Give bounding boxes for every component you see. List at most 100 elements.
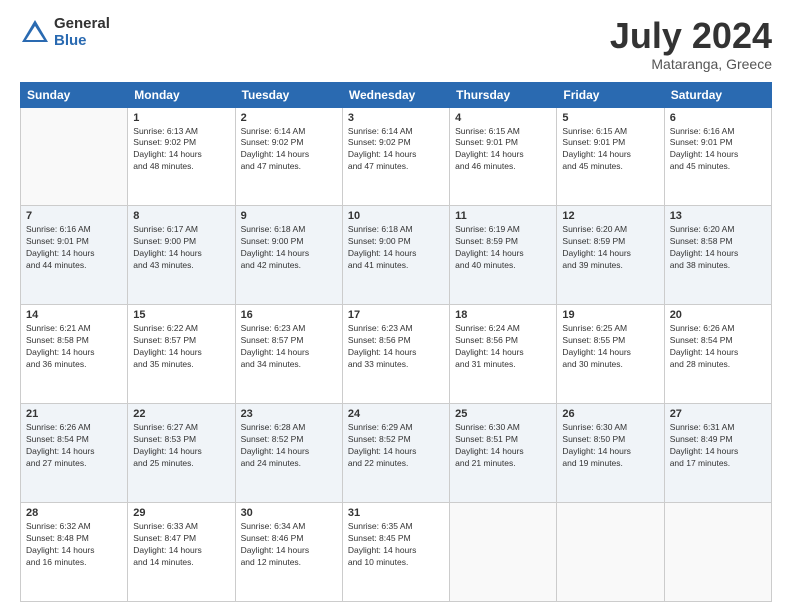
day-info: Sunrise: 6:33 AMSunset: 8:47 PMDaylight:…	[133, 521, 229, 569]
calendar-cell: 2 Sunrise: 6:14 AMSunset: 9:02 PMDaylight…	[235, 107, 342, 206]
day-number: 5	[562, 112, 658, 124]
day-number: 16	[241, 309, 337, 321]
day-info: Sunrise: 6:26 AMSunset: 8:54 PMDaylight:…	[26, 422, 122, 470]
calendar-cell: 29Sunrise: 6:33 AMSunset: 8:47 PMDayligh…	[128, 503, 235, 602]
day-number: 20	[670, 309, 766, 321]
day-number: 24	[348, 408, 444, 420]
day-number: 26	[562, 408, 658, 420]
day-number: 8	[133, 210, 229, 222]
day-info: Sunrise: 6:30 AMSunset: 8:51 PMDaylight:…	[455, 422, 551, 470]
day-number: 11	[455, 210, 551, 222]
day-info: Sunrise: 6:14 AMSunset: 9:02 PMDaylight:…	[348, 126, 444, 174]
day-number: 7	[26, 210, 122, 222]
calendar-cell: 6 Sunrise: 6:16 AMSunset: 9:01 PMDaylight…	[664, 107, 771, 206]
day-info: Sunrise: 6:35 AMSunset: 8:45 PMDaylight:…	[348, 521, 444, 569]
calendar-cell: 12Sunrise: 6:20 AMSunset: 8:59 PMDayligh…	[557, 206, 664, 305]
day-info: Sunrise: 6:14 AMSunset: 9:02 PMDaylight:…	[241, 126, 337, 174]
calendar-cell: 15 Sunrise: 6:22 AMSunset: 8:57 PMDayligh…	[128, 305, 235, 404]
title-area: July 2024 Mataranga, Greece	[610, 16, 772, 72]
calendar-cell: 16 Sunrise: 6:23 AMSunset: 8:57 PMDayligh…	[235, 305, 342, 404]
calendar-cell: 7 Sunrise: 6:16 AMSunset: 9:01 PMDaylight…	[21, 206, 128, 305]
logo-text: General Blue	[54, 16, 110, 49]
month-title: July 2024	[610, 16, 772, 56]
day-number: 13	[670, 210, 766, 222]
day-info: Sunrise: 6:30 AMSunset: 8:50 PMDaylight:…	[562, 422, 658, 470]
day-number: 15	[133, 309, 229, 321]
calendar-cell: 23Sunrise: 6:28 AMSunset: 8:52 PMDayligh…	[235, 404, 342, 503]
day-number: 10	[348, 210, 444, 222]
calendar-cell: 5Sunrise: 6:15 AMSunset: 9:01 PMDaylight…	[557, 107, 664, 206]
calendar-cell: 14Sunrise: 6:21 AMSunset: 8:58 PMDayligh…	[21, 305, 128, 404]
day-number: 3	[348, 112, 444, 124]
calendar-cell: 8 Sunrise: 6:17 AMSunset: 9:00 PMDaylight…	[128, 206, 235, 305]
col-tuesday: Tuesday	[235, 82, 342, 107]
day-number: 28	[26, 507, 122, 519]
calendar-cell: 4Sunrise: 6:15 AMSunset: 9:01 PMDaylight…	[450, 107, 557, 206]
col-wednesday: Wednesday	[342, 82, 449, 107]
location: Mataranga, Greece	[610, 56, 772, 72]
day-info: Sunrise: 6:34 AMSunset: 8:46 PMDaylight:…	[241, 521, 337, 569]
day-number: 21	[26, 408, 122, 420]
calendar-week-5: 28 Sunrise: 6:32 AMSunset: 8:48 PMDayligh…	[21, 503, 772, 602]
calendar-cell	[664, 503, 771, 602]
day-info: Sunrise: 6:13 AMSunset: 9:02 PMDaylight:…	[133, 126, 229, 174]
calendar-cell: 20 Sunrise: 6:26 AMSunset: 8:54 PMDayligh…	[664, 305, 771, 404]
calendar-cell: 31 Sunrise: 6:35 AMSunset: 8:45 PMDayligh…	[342, 503, 449, 602]
logo-blue-text: Blue	[54, 33, 110, 50]
day-info: Sunrise: 6:16 AMSunset: 9:01 PMDaylight:…	[670, 126, 766, 174]
day-number: 12	[562, 210, 658, 222]
calendar-cell: 18 Sunrise: 6:24 AMSunset: 8:56 PMDayligh…	[450, 305, 557, 404]
calendar-cell: 21 Sunrise: 6:26 AMSunset: 8:54 PMDayligh…	[21, 404, 128, 503]
day-info: Sunrise: 6:18 AMSunset: 9:00 PMDaylight:…	[348, 224, 444, 272]
calendar-cell: 13 Sunrise: 6:20 AMSunset: 8:58 PMDayligh…	[664, 206, 771, 305]
calendar-table: Sunday Monday Tuesday Wednesday Thursday…	[20, 82, 772, 602]
col-monday: Monday	[128, 82, 235, 107]
day-number: 19	[562, 309, 658, 321]
day-number: 23	[241, 408, 337, 420]
col-sunday: Sunday	[21, 82, 128, 107]
calendar-cell: 27Sunrise: 6:31 AMSunset: 8:49 PMDayligh…	[664, 404, 771, 503]
day-info: Sunrise: 6:23 AMSunset: 8:57 PMDaylight:…	[241, 323, 337, 371]
col-friday: Friday	[557, 82, 664, 107]
calendar-cell	[21, 107, 128, 206]
calendar-week-4: 21 Sunrise: 6:26 AMSunset: 8:54 PMDayligh…	[21, 404, 772, 503]
day-number: 31	[348, 507, 444, 519]
day-number: 17	[348, 309, 444, 321]
day-info: Sunrise: 6:19 AMSunset: 8:59 PMDaylight:…	[455, 224, 551, 272]
day-info: Sunrise: 6:18 AMSunset: 9:00 PMDaylight:…	[241, 224, 337, 272]
calendar-cell: 3 Sunrise: 6:14 AMSunset: 9:02 PMDaylight…	[342, 107, 449, 206]
day-info: Sunrise: 6:21 AMSunset: 8:58 PMDaylight:…	[26, 323, 122, 371]
day-number: 27	[670, 408, 766, 420]
logo-icon	[20, 18, 50, 48]
day-info: Sunrise: 6:29 AMSunset: 8:52 PMDaylight:…	[348, 422, 444, 470]
day-info: Sunrise: 6:20 AMSunset: 8:58 PMDaylight:…	[670, 224, 766, 272]
calendar-cell: 17 Sunrise: 6:23 AMSunset: 8:56 PMDayligh…	[342, 305, 449, 404]
day-number: 30	[241, 507, 337, 519]
day-info: Sunrise: 6:17 AMSunset: 9:00 PMDaylight:…	[133, 224, 229, 272]
calendar-week-2: 7 Sunrise: 6:16 AMSunset: 9:01 PMDaylight…	[21, 206, 772, 305]
day-info: Sunrise: 6:25 AMSunset: 8:55 PMDaylight:…	[562, 323, 658, 371]
day-info: Sunrise: 6:24 AMSunset: 8:56 PMDaylight:…	[455, 323, 551, 371]
logo-general-text: General	[54, 16, 110, 33]
day-number: 6	[670, 112, 766, 124]
day-info: Sunrise: 6:23 AMSunset: 8:56 PMDaylight:…	[348, 323, 444, 371]
calendar-cell: 28 Sunrise: 6:32 AMSunset: 8:48 PMDayligh…	[21, 503, 128, 602]
header: General Blue July 2024 Mataranga, Greece	[20, 16, 772, 72]
calendar-week-3: 14Sunrise: 6:21 AMSunset: 8:58 PMDayligh…	[21, 305, 772, 404]
day-info: Sunrise: 6:26 AMSunset: 8:54 PMDaylight:…	[670, 323, 766, 371]
calendar-cell: 26 Sunrise: 6:30 AMSunset: 8:50 PMDayligh…	[557, 404, 664, 503]
calendar-week-1: 1Sunrise: 6:13 AMSunset: 9:02 PMDaylight…	[21, 107, 772, 206]
day-number: 22	[133, 408, 229, 420]
day-number: 9	[241, 210, 337, 222]
calendar-cell: 25Sunrise: 6:30 AMSunset: 8:51 PMDayligh…	[450, 404, 557, 503]
day-info: Sunrise: 6:16 AMSunset: 9:01 PMDaylight:…	[26, 224, 122, 272]
calendar-cell	[450, 503, 557, 602]
day-info: Sunrise: 6:32 AMSunset: 8:48 PMDaylight:…	[26, 521, 122, 569]
calendar-cell: 9 Sunrise: 6:18 AMSunset: 9:00 PMDaylight…	[235, 206, 342, 305]
day-info: Sunrise: 6:22 AMSunset: 8:57 PMDaylight:…	[133, 323, 229, 371]
calendar-cell: 19 Sunrise: 6:25 AMSunset: 8:55 PMDayligh…	[557, 305, 664, 404]
day-number: 18	[455, 309, 551, 321]
calendar-cell: 30 Sunrise: 6:34 AMSunset: 8:46 PMDayligh…	[235, 503, 342, 602]
col-saturday: Saturday	[664, 82, 771, 107]
day-number: 2	[241, 112, 337, 124]
